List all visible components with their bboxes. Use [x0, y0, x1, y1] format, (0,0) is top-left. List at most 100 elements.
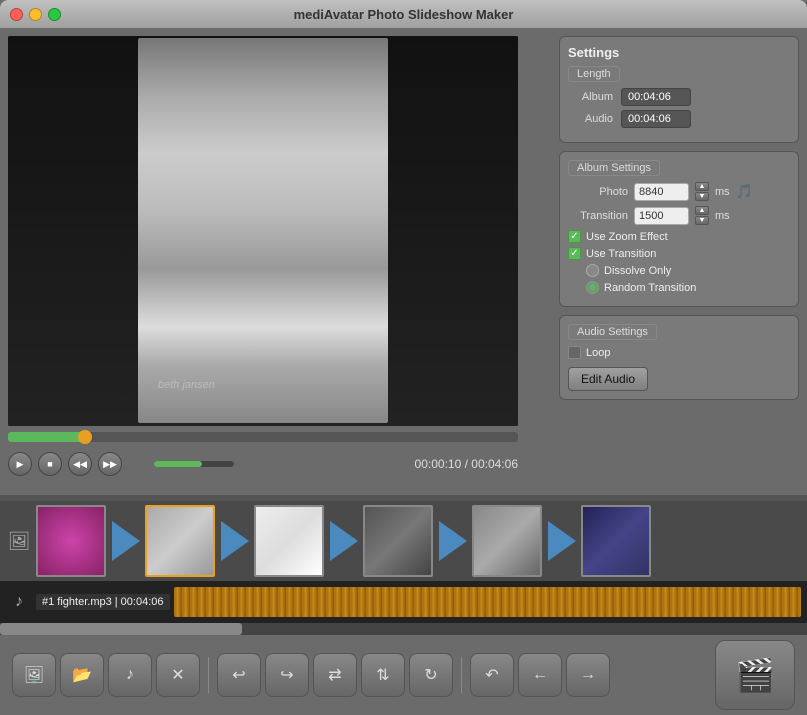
- music-link-icon[interactable]: 🎵: [736, 183, 753, 200]
- rotate-icon: ↻: [424, 665, 437, 685]
- add-music-button[interactable]: ♪: [108, 653, 152, 697]
- zoom-row: ✓ Use Zoom Effect: [568, 230, 790, 243]
- arrow-shape-2: [221, 521, 249, 561]
- photo-spin-up[interactable]: ▲: [695, 182, 709, 191]
- next-button[interactable]: ▶▶: [98, 452, 122, 476]
- audio-value: 00:04:06: [621, 110, 691, 128]
- export-button[interactable]: 🎬: [715, 640, 795, 710]
- loop-button[interactable]: ⇄: [313, 653, 357, 697]
- watermark: beth jansen: [158, 379, 215, 391]
- minimize-button[interactable]: [29, 8, 42, 21]
- delete-button[interactable]: ✕: [156, 653, 200, 697]
- transition-spin-down[interactable]: ▼: [695, 216, 709, 225]
- photo-thumb-5[interactable]: [472, 505, 542, 577]
- flip-button[interactable]: ⇅: [361, 653, 405, 697]
- current-time: 00:00:10: [415, 457, 462, 471]
- rotate-button[interactable]: ↻: [409, 653, 453, 697]
- photo-thumb-3[interactable]: [254, 505, 324, 577]
- audio-length-row: Audio 00:04:06: [568, 110, 790, 128]
- waveform-inner: [174, 592, 802, 612]
- length-label: Length: [568, 66, 620, 82]
- time-sep: /: [461, 457, 471, 471]
- thumb-portrait2-bg: [365, 507, 431, 575]
- audio-label: Audio: [568, 113, 613, 125]
- transition-input[interactable]: [634, 207, 689, 225]
- window-title: mediAvatar Photo Slideshow Maker: [294, 7, 514, 22]
- transition-checkbox[interactable]: ✓: [568, 247, 581, 260]
- arrow-5[interactable]: [544, 511, 579, 571]
- length-section: Length Album 00:04:06 Audio 00:04:06: [568, 66, 790, 128]
- thumb-portrait3-bg: [474, 507, 540, 575]
- preview-area: beth jansen: [8, 36, 518, 426]
- zoom-checkbox[interactable]: ✓: [568, 230, 581, 243]
- dissolve-radio[interactable]: [586, 264, 599, 277]
- arrow-shape-4: [439, 521, 467, 561]
- main-content: beth jansen ▶ ■ ◀◀ ▶▶ 00:00:10 / 00:04:0: [0, 28, 807, 495]
- photo-row: Photo ▲ ▼ ms 🎵: [568, 182, 790, 201]
- flip-icon: ⇅: [376, 665, 389, 685]
- arrow-shape-3: [330, 521, 358, 561]
- photo-strip: 🖼: [0, 501, 807, 581]
- play-button[interactable]: ▶: [8, 452, 32, 476]
- audio-settings-panel: Audio Settings Loop Edit Audio: [559, 315, 799, 400]
- undo-button[interactable]: ↩: [217, 653, 261, 697]
- edit-audio-button[interactable]: Edit Audio: [568, 367, 648, 391]
- export-icon: 🎬: [735, 656, 775, 694]
- arrow-1[interactable]: [108, 511, 143, 571]
- transition-spin-up[interactable]: ▲: [695, 206, 709, 215]
- back-icon: ↶: [485, 665, 498, 685]
- photo-thumb-4[interactable]: [363, 505, 433, 577]
- close-button[interactable]: [10, 8, 23, 21]
- left-panel: beth jansen ▶ ■ ◀◀ ▶▶ 00:00:10 / 00:04:0: [8, 36, 551, 487]
- preview-image: beth jansen: [8, 36, 518, 426]
- total-time: 00:04:06: [471, 457, 518, 471]
- settings-title: Settings: [568, 45, 790, 60]
- arrow-shape-1: [112, 521, 140, 561]
- photo-input[interactable]: [634, 183, 689, 201]
- music-icon-tb: ♪: [126, 666, 134, 684]
- window-controls: [10, 8, 61, 21]
- volume-fill: [154, 461, 202, 467]
- loop-checkbox[interactable]: [568, 346, 581, 359]
- transport-bar: ▶ ■ ◀◀ ▶▶ 00:00:10 / 00:04:06: [8, 448, 518, 480]
- prev-nav-button[interactable]: ←: [518, 653, 562, 697]
- progress-fill: [8, 432, 85, 442]
- photo-thumb-6[interactable]: [581, 505, 651, 577]
- arrow-shape-5: [548, 521, 576, 561]
- album-settings-label: Album Settings: [568, 160, 660, 176]
- loop-label: Loop: [586, 347, 610, 359]
- random-radio[interactable]: [586, 281, 599, 294]
- album-length-row: Album 00:04:06: [568, 88, 790, 106]
- transition-label: Use Transition: [586, 248, 656, 260]
- progress-bar[interactable]: [8, 432, 518, 442]
- prev-button[interactable]: ◀◀: [68, 452, 92, 476]
- redo-icon: ↪: [280, 665, 293, 685]
- scrollbar-thumb[interactable]: [0, 623, 242, 635]
- back-button[interactable]: ↶: [470, 653, 514, 697]
- zoom-label: Use Zoom Effect: [586, 231, 668, 243]
- volume-bar[interactable]: [154, 461, 234, 467]
- arrow-3[interactable]: [326, 511, 361, 571]
- photo-spin-down[interactable]: ▼: [695, 192, 709, 201]
- redo-button[interactable]: ↪: [265, 653, 309, 697]
- settings-panel: Settings Length Album 00:04:06 Audio 00:…: [559, 36, 799, 143]
- toolbar-buttons: 🖼+ 📂 ♪ ✕ ↩ ↪ ⇄ ⇅: [12, 653, 610, 697]
- waveform: [174, 587, 802, 617]
- app-window: mediAvatar Photo Slideshow Maker beth ja…: [0, 0, 807, 715]
- audio-track-label: #1 fighter.mp3 | 00:04:06: [36, 594, 170, 610]
- arrow-2[interactable]: [217, 511, 252, 571]
- add-photo-button[interactable]: 🖼+: [12, 653, 56, 697]
- open-folder-button[interactable]: 📂: [60, 653, 104, 697]
- folder-icon: 📂: [72, 665, 92, 685]
- photo-thumb-2[interactable]: [145, 505, 215, 577]
- stop-button[interactable]: ■: [38, 452, 62, 476]
- audio-settings-label: Audio Settings: [568, 324, 657, 340]
- photo-ms: ms: [715, 186, 730, 198]
- photo-thumb-1[interactable]: [36, 505, 106, 577]
- next-nav-button[interactable]: →: [566, 653, 610, 697]
- album-settings-panel: Album Settings Photo ▲ ▼ ms 🎵 Transition: [559, 151, 799, 307]
- arrow-4[interactable]: [435, 511, 470, 571]
- scrollbar[interactable]: [0, 623, 807, 635]
- maximize-button[interactable]: [48, 8, 61, 21]
- loop-row: Loop: [568, 346, 790, 359]
